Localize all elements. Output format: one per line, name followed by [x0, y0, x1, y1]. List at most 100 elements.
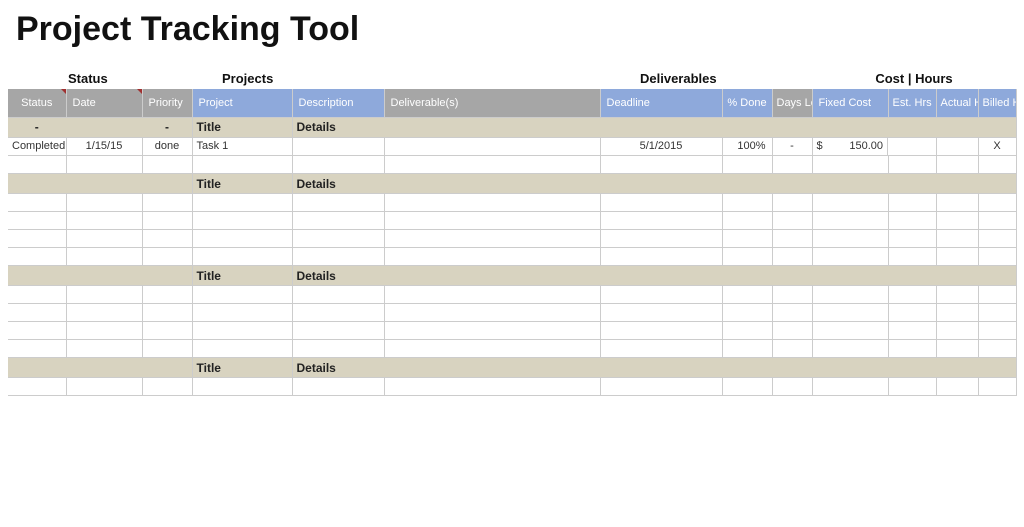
cell-description[interactable]	[292, 137, 384, 156]
cell-empty[interactable]	[936, 286, 978, 304]
cell-empty[interactable]	[722, 304, 772, 322]
cell-empty[interactable]	[600, 248, 722, 266]
col-billedhrs[interactable]: Billed Hrs	[978, 89, 1016, 117]
cell-empty[interactable]	[600, 156, 722, 174]
cell-fixedcost[interactable]: $150.00	[813, 138, 889, 156]
cell-empty[interactable]	[384, 286, 600, 304]
section-status-dash[interactable]	[8, 358, 66, 378]
cell-empty[interactable]	[772, 212, 812, 230]
cell-actualhrs[interactable]	[936, 137, 978, 156]
section-date-blank[interactable]	[66, 266, 142, 286]
cell-empty[interactable]	[600, 304, 722, 322]
cell-empty[interactable]	[978, 194, 1016, 212]
cell-empty[interactable]	[142, 156, 192, 174]
cell-empty[interactable]	[888, 378, 936, 396]
cell-empty[interactable]	[292, 286, 384, 304]
cell-empty[interactable]	[8, 230, 66, 248]
cell-empty[interactable]	[292, 322, 384, 340]
cell-empty[interactable]	[772, 248, 812, 266]
cell-empty[interactable]	[600, 286, 722, 304]
cell-empty[interactable]	[192, 230, 292, 248]
cell-empty[interactable]	[812, 304, 888, 322]
cell-empty[interactable]	[888, 322, 936, 340]
cell-empty[interactable]	[192, 248, 292, 266]
cell-empty[interactable]	[8, 340, 66, 358]
col-daysleft[interactable]: Days Left	[772, 89, 812, 117]
section-title[interactable]: Title	[192, 117, 292, 137]
cell-empty[interactable]	[888, 230, 936, 248]
cell-empty[interactable]	[8, 322, 66, 340]
cell-empty[interactable]	[292, 340, 384, 358]
col-actualhrs[interactable]: Actual Hrs	[936, 89, 978, 117]
cell-empty[interactable]	[384, 156, 600, 174]
cell-empty[interactable]	[722, 212, 772, 230]
col-date[interactable]: Date	[66, 89, 142, 117]
cell-empty[interactable]	[384, 322, 600, 340]
cell-empty[interactable]	[600, 340, 722, 358]
cell-empty[interactable]	[888, 212, 936, 230]
cell-empty[interactable]	[292, 230, 384, 248]
cell-empty[interactable]	[8, 156, 66, 174]
cell-date[interactable]: 1/15/15	[66, 137, 142, 156]
cell-empty[interactable]	[772, 230, 812, 248]
cell-empty[interactable]	[66, 156, 142, 174]
cell-empty[interactable]	[292, 194, 384, 212]
cell-empty[interactable]	[292, 156, 384, 174]
cell-priority[interactable]: done	[142, 137, 192, 156]
cell-empty[interactable]	[384, 230, 600, 248]
cell-empty[interactable]	[772, 194, 812, 212]
cell-empty[interactable]	[722, 156, 772, 174]
cell-empty[interactable]	[600, 378, 722, 396]
cell-empty[interactable]	[722, 322, 772, 340]
cell-empty[interactable]	[292, 248, 384, 266]
cell-empty[interactable]	[978, 286, 1016, 304]
cell-empty[interactable]	[142, 212, 192, 230]
cell-empty[interactable]	[142, 378, 192, 396]
cell-empty[interactable]	[812, 322, 888, 340]
cell-empty[interactable]	[812, 248, 888, 266]
cell-empty[interactable]	[772, 340, 812, 358]
cell-empty[interactable]	[384, 340, 600, 358]
cell-empty[interactable]	[936, 248, 978, 266]
cell-empty[interactable]	[812, 286, 888, 304]
cell-empty[interactable]	[888, 248, 936, 266]
col-project[interactable]: Project	[192, 89, 292, 117]
cell-empty[interactable]	[772, 286, 812, 304]
section-date-blank[interactable]	[66, 174, 142, 194]
section-title[interactable]: Title	[192, 266, 292, 286]
section-details[interactable]: Details	[292, 358, 384, 378]
section-details[interactable]: Details	[292, 174, 384, 194]
cell-empty[interactable]	[978, 340, 1016, 358]
cell-empty[interactable]	[600, 230, 722, 248]
col-deadline[interactable]: Deadline	[600, 89, 722, 117]
col-description[interactable]: Description	[292, 89, 384, 117]
cell-empty[interactable]	[812, 230, 888, 248]
cell-empty[interactable]	[142, 304, 192, 322]
section-priority-dash[interactable]	[142, 358, 192, 378]
cell-empty[interactable]	[812, 156, 888, 174]
cell-empty[interactable]	[936, 230, 978, 248]
cell-empty[interactable]	[8, 304, 66, 322]
cell-deliverables[interactable]	[384, 137, 600, 156]
cell-empty[interactable]	[192, 212, 292, 230]
cell-empty[interactable]	[812, 212, 888, 230]
cell-deadline[interactable]: 5/1/2015	[600, 137, 722, 156]
cell-empty[interactable]	[936, 194, 978, 212]
cell-empty[interactable]	[888, 194, 936, 212]
cell-empty[interactable]	[936, 378, 978, 396]
cell-empty[interactable]	[888, 304, 936, 322]
section-priority-dash[interactable]: -	[142, 117, 192, 137]
cell-project[interactable]: Task 1	[192, 137, 292, 156]
cell-empty[interactable]	[600, 322, 722, 340]
cell-empty[interactable]	[936, 322, 978, 340]
cell-empty[interactable]	[812, 340, 888, 358]
cell-empty[interactable]	[812, 194, 888, 212]
cell-empty[interactable]	[192, 322, 292, 340]
cell-empty[interactable]	[936, 304, 978, 322]
cell-empty[interactable]	[384, 304, 600, 322]
cell-empty[interactable]	[66, 286, 142, 304]
col-deliverables[interactable]: Deliverable(s)	[384, 89, 600, 117]
section-date-blank[interactable]	[66, 358, 142, 378]
section-status-dash[interactable]	[8, 174, 66, 194]
cell-empty[interactable]	[192, 378, 292, 396]
